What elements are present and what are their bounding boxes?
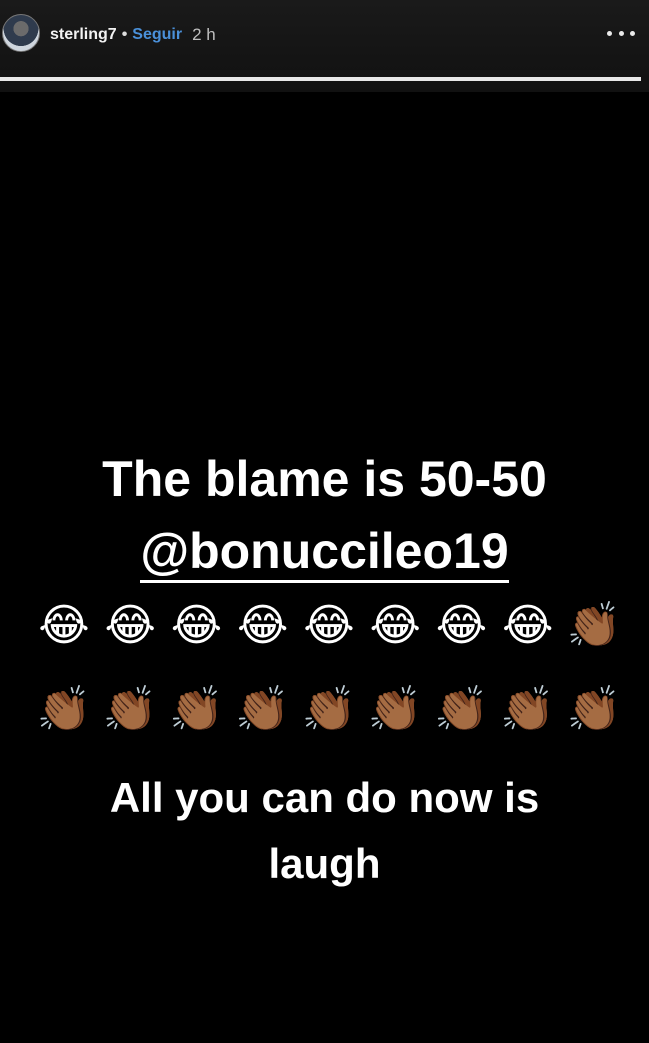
emoji-row-1: 😂 😂 😂 😂 😂 😂 😂 😂 👏🏾	[34, 598, 624, 654]
story-text-line4: laugh	[268, 840, 381, 887]
story-progress-fill	[0, 77, 641, 81]
clapping-hands-emoji: 👏🏾	[102, 684, 158, 735]
dot	[630, 30, 635, 36]
laughing-tears-emoji: 😂	[170, 600, 223, 651]
clapping-hands-emoji: 👏🏾	[36, 684, 92, 735]
story-content[interactable]: The blame is 50-50 @bonuccileo19 😂 😂 😂 😂 😂 😂 😂…	[0, 92, 649, 1043]
story-meta: sterling7 • Seguir 2 h	[50, 22, 216, 48]
laughing-tears-emoji: 😂	[435, 600, 488, 651]
dot	[607, 30, 612, 36]
clapping-hands-emoji: 👏🏾	[235, 684, 291, 735]
story-progress-bar	[0, 77, 641, 81]
story-mention[interactable]: @bonuccileo19	[0, 522, 649, 583]
emoji-row-2: 👏🏾 👏🏾 👏🏾 👏🏾 👏🏾 👏🏾 👏🏾 👏🏾 👏🏾	[34, 682, 624, 738]
clapping-hands-emoji: 👏🏾	[367, 684, 423, 735]
mention-link[interactable]: @bonuccileo19	[140, 523, 509, 583]
laughing-tears-emoji: 😂	[38, 600, 90, 651]
laughing-tears-emoji: 😂	[303, 600, 355, 651]
clapping-hands-emoji: 👏🏾	[566, 600, 622, 651]
dot	[618, 30, 624, 36]
story-text-line1: The blame is 50-50	[102, 451, 547, 507]
laughing-tears-emoji: 😂	[369, 600, 421, 651]
clapping-hands-emoji: 👏🏾	[500, 684, 556, 735]
laughing-tears-emoji: 😂	[237, 600, 289, 651]
follow-button[interactable]: Seguir	[132, 26, 182, 44]
clapping-hands-emoji: 👏🏾	[434, 684, 489, 735]
laughing-tears-emoji: 😂	[104, 600, 156, 651]
more-options-icon[interactable]	[607, 26, 635, 40]
clapping-hands-emoji: 👏🏾	[169, 684, 224, 735]
laughing-tears-emoji: 😂	[502, 600, 554, 651]
timestamp: 2 h	[192, 25, 216, 44]
separator-dot: •	[121, 26, 128, 43]
avatar[interactable]	[2, 14, 40, 52]
clapping-hands-emoji: 👏🏾	[301, 684, 357, 735]
story-text-line3: All you can do now is	[109, 774, 540, 821]
clapping-hands-emoji: 👏🏾	[566, 684, 622, 735]
username[interactable]: sterling7	[50, 26, 117, 44]
story-header: sterling7 • Seguir 2 h	[0, 0, 649, 92]
